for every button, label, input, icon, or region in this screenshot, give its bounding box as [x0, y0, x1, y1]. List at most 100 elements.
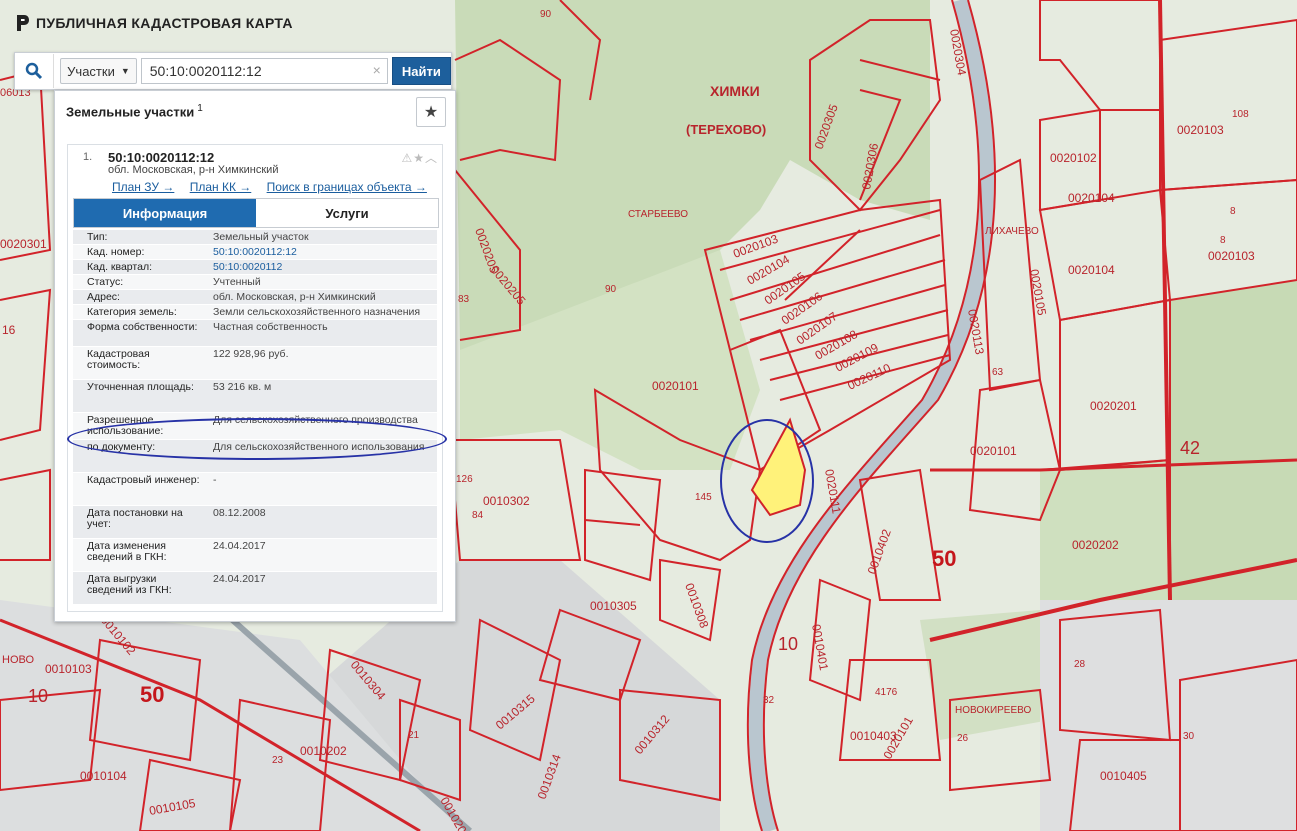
block-label: 0010202	[300, 744, 347, 758]
chevron-up-icon[interactable]: ︿	[425, 151, 438, 165]
block-label: 0020103	[1177, 123, 1224, 137]
map-label-starbeevo: СТАРБЕЕВО	[628, 209, 688, 220]
info-key: Дата постановки на учет:	[87, 507, 183, 530]
info-row: Кад. квартал: 50:10:0020112	[73, 260, 437, 275]
result-cadastral-number[interactable]: 50:10:0020112:12	[108, 150, 214, 165]
panel-title-text: Земельные участки	[66, 104, 195, 120]
number-label: 145	[695, 492, 712, 503]
favorite-button[interactable]: ★	[416, 97, 446, 127]
info-row: Кад. номер: 50:10:0020112:12	[73, 245, 437, 260]
info-row: Уточненная площадь: 53 216 кв. м	[73, 380, 437, 413]
info-value: Земельный участок	[213, 231, 309, 243]
object-type-label: Участки	[67, 63, 115, 79]
info-value: 24.04.2017	[213, 540, 266, 552]
block-label: 0010302	[483, 494, 530, 508]
warning-icon[interactable]: ⚠	[401, 151, 413, 165]
info-key: Кад. номер:	[87, 246, 145, 258]
block-label: 0020101	[652, 379, 699, 393]
map-label-himki: ХИМКИ	[710, 83, 760, 99]
search-query: 50:10:0020112:12	[149, 63, 262, 79]
info-key: Дата изменения сведений в ГКН:	[87, 540, 167, 563]
number-label: 30	[1183, 731, 1195, 742]
info-row: Тип: Земельный участок	[73, 230, 437, 245]
map-label-lihachevo: ЛИХАЧЕВО	[985, 226, 1039, 237]
number-label: 90	[540, 9, 552, 20]
number-label: 8	[1220, 235, 1226, 246]
panel-header: Земельные участки 1 ★	[55, 91, 455, 131]
number-label: 126	[456, 474, 473, 485]
number-label: 10	[28, 686, 48, 706]
number-label: 83	[458, 294, 470, 305]
block-label: 0020301	[0, 237, 47, 251]
result-card: 1. 50:10:0020112:12 обл. Московская, р-н…	[67, 144, 443, 612]
number-label: 90	[605, 284, 617, 295]
annotation-oval-parcel	[720, 419, 814, 543]
info-row: Дата постановки на учет: 08.12.2008	[73, 506, 437, 539]
block-label: 0020104	[1068, 263, 1115, 277]
info-row: Адрес: обл. Московская, р-н Химкинский	[73, 290, 437, 305]
number-label: 32	[763, 695, 775, 706]
map-label-novo: НОВО	[2, 654, 34, 666]
star-icon[interactable]: ★	[413, 151, 425, 165]
number-label: 26	[957, 733, 969, 744]
result-count: 1	[197, 103, 203, 114]
road-number-label: 50	[140, 682, 164, 707]
search-in-bounds-link[interactable]: Поиск в границах объекта →	[267, 180, 427, 194]
block-label: 0020102	[1050, 151, 1097, 165]
number-label: 108	[1232, 109, 1249, 120]
annotation-oval-permitted-use	[67, 418, 447, 460]
info-value: 24.04.2017	[213, 573, 266, 585]
star-icon: ★	[423, 104, 439, 121]
result-address: обл. Московская, р-н Химкинский	[108, 164, 279, 176]
info-value: обл. Московская, р-н Химкинский	[213, 291, 376, 303]
number-label: 4176	[875, 687, 898, 698]
tab-info[interactable]: Информация	[74, 199, 256, 227]
chevron-down-icon: ▼	[120, 66, 130, 76]
number-label: 16	[2, 323, 16, 337]
number-label: 8	[1230, 206, 1236, 217]
road-number-label: 50	[932, 546, 956, 571]
plan-zu-link[interactable]: План ЗУ →	[112, 180, 174, 194]
clear-icon[interactable]: ×	[373, 62, 381, 78]
result-tabs: Информация Услуги	[73, 198, 439, 228]
app-header: ПУБЛИЧНАЯ КАДАСТРОВАЯ КАРТА	[14, 14, 293, 32]
info-value: Учтенный	[213, 276, 261, 288]
result-actions: ⚠★︿	[401, 149, 438, 166]
block-label: 0010405	[1100, 769, 1147, 783]
info-key: Кад. квартал:	[87, 261, 152, 273]
find-button[interactable]: Найти	[391, 57, 452, 85]
info-key: Форма собственности:	[87, 321, 198, 333]
cadastral-number-link[interactable]: 50:10:0020112:12	[209, 245, 437, 259]
info-key: Статус:	[87, 276, 124, 288]
plan-kk-link[interactable]: План КК →	[190, 180, 252, 194]
info-key: Категория земель:	[87, 306, 177, 318]
cadastral-quarter-link[interactable]: 50:10:0020112	[209, 260, 437, 274]
info-row: Статус: Учтенный	[73, 275, 437, 290]
object-type-select[interactable]: Участки ▼	[60, 58, 137, 84]
tab-services[interactable]: Услуги	[256, 199, 438, 227]
app-title: ПУБЛИЧНАЯ КАДАСТРОВАЯ КАРТА	[36, 15, 293, 31]
results-panel: Земельные участки 1 ★ 1. 50:10:0020112:12…	[54, 90, 456, 622]
info-value: 122 928,96 руб.	[213, 348, 289, 360]
info-key: Адрес:	[87, 291, 120, 303]
number-label: 28	[1074, 659, 1086, 670]
info-key: Кадастровая стоимость:	[87, 348, 150, 371]
info-row: Кадастровая стоимость: 122 928,96 руб.	[73, 347, 437, 380]
map-label-terehovo: (ТЕРЕХОВО)	[686, 122, 766, 137]
info-value: -	[213, 474, 217, 486]
search-input[interactable]: 50:10:0020112:12 ×	[140, 58, 388, 84]
block-label: 0020202	[1072, 538, 1119, 552]
block-label: 0020103	[1208, 249, 1255, 263]
block-label: 0010104	[80, 769, 127, 783]
logo-icon	[17, 15, 29, 31]
number-label: 23	[272, 755, 284, 766]
number-label: 84	[472, 510, 484, 521]
number-label: 42	[1180, 438, 1200, 458]
number-label: 21	[408, 730, 420, 741]
search-icon[interactable]	[15, 54, 55, 88]
info-row: Дата выгрузки сведений из ГКН: 24.04.2017	[73, 572, 437, 605]
map-label-novokireevo: НОВОКИРЕЕВО	[955, 705, 1031, 716]
number-label: 10	[778, 634, 798, 654]
block-label: 0020101	[970, 444, 1017, 458]
block-label: 0020201	[1090, 399, 1137, 413]
